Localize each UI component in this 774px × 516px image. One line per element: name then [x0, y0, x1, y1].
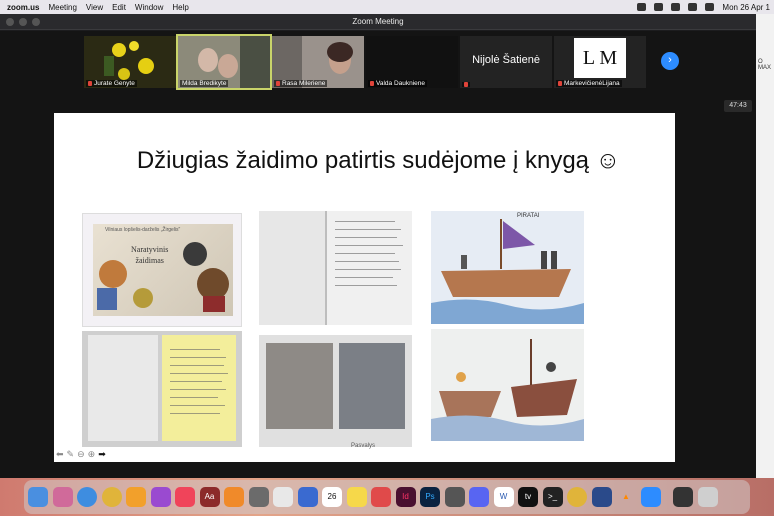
arrow-right-icon[interactable]: ➡	[98, 449, 106, 460]
pirate-ship-drawing-1: PIRATAI	[431, 211, 584, 324]
menu-window[interactable]: Window	[135, 3, 163, 12]
notes-icon[interactable]	[346, 487, 367, 507]
trash-icon[interactable]	[697, 487, 718, 507]
participant-tile[interactable]: Nijolė Šatienė	[460, 36, 552, 88]
photoshop-icon[interactable]: Ps	[420, 487, 440, 507]
close-window-button[interactable]	[6, 18, 14, 26]
book-text-pages-photo	[259, 211, 412, 325]
chrome-icon-2[interactable]	[567, 487, 587, 507]
menubar-tray: Mon 26 Apr 1	[637, 0, 774, 14]
wifi-icon[interactable]	[688, 3, 698, 11]
participant-tile[interactable]: Valda Daukniene	[366, 36, 458, 88]
arrow-left-icon[interactable]: ⬅	[56, 449, 64, 460]
participant-name-label: Valda Daukniene	[368, 80, 428, 87]
system-preferences-icon[interactable]	[248, 487, 269, 507]
participant-name-label	[462, 82, 470, 87]
muted-mic-icon	[558, 81, 562, 86]
handwritten-page	[162, 335, 236, 441]
participant-name-label: Milda Bredikyte	[180, 80, 229, 87]
macos-dock: Aa 26 Id Ps W tv >_ ▲	[24, 480, 750, 514]
slide-title: Džiugias žaidimo patirtis sudėjome į kny…	[136, 147, 621, 174]
vlc-icon[interactable]: ▲	[616, 487, 636, 507]
window-controls	[6, 18, 40, 26]
window-title: Zoom Meeting	[352, 17, 404, 26]
muted-mic-icon	[88, 81, 92, 86]
dictionary-icon[interactable]: Aa	[199, 487, 220, 507]
music-icon[interactable]	[175, 487, 195, 507]
menu-meeting[interactable]: Meeting	[48, 3, 76, 12]
apple-tv-icon[interactable]: tv	[518, 487, 538, 507]
pirate-ship-drawing-2	[431, 329, 584, 441]
discord-icon[interactable]	[469, 487, 489, 507]
cover-title: Naratyvinis žaidimas	[131, 245, 169, 265]
background-window-text: O MAX	[758, 59, 772, 71]
muted-mic-icon	[464, 82, 468, 87]
zoom-icon[interactable]	[640, 487, 661, 507]
participant-initials: L M	[574, 38, 626, 78]
photos-icon[interactable]	[273, 487, 293, 507]
indesign-icon[interactable]: Id	[395, 487, 416, 507]
terminal-icon[interactable]: >_	[542, 487, 563, 507]
zoom-tray-icon[interactable]	[637, 3, 647, 11]
classroom-photo-1	[266, 343, 333, 429]
ship-drawing	[431, 339, 584, 441]
participant-name-label: Rasa Mileriene	[274, 80, 328, 87]
participant-tile[interactable]: L M MarkevičienėLijana	[554, 36, 646, 88]
chrome-icon[interactable]	[101, 487, 122, 507]
book-pages-photo	[82, 331, 242, 447]
tray-icon-2[interactable]	[654, 3, 664, 11]
meeting-timer: 47:43	[724, 100, 752, 112]
photo-caption: Pasvalys	[351, 443, 376, 449]
muted-mic-icon	[370, 81, 374, 86]
menu-edit[interactable]: Edit	[112, 3, 126, 12]
minimize-window-button[interactable]	[19, 18, 27, 26]
cover-small-text: Vilniaus lopšelis-darželis „Žirgelis"	[105, 227, 181, 233]
books-icon[interactable]	[224, 487, 244, 507]
zoom-window-button[interactable]	[32, 18, 40, 26]
background-window: O MAX	[756, 14, 774, 478]
menu-help[interactable]: Help	[172, 3, 188, 12]
blank-page	[259, 211, 325, 325]
classroom-photo-2	[339, 343, 405, 429]
shared-screen-slide: Džiugias žaidimo patirtis sudėjome į kny…	[54, 113, 675, 462]
word-icon[interactable]: W	[493, 487, 514, 507]
muted-mic-icon	[276, 81, 280, 86]
next-page-button[interactable]: ›	[661, 52, 679, 70]
participant-tile[interactable]: Jurate Genyte	[84, 36, 176, 88]
ship-drawing	[431, 219, 584, 324]
calendar-icon[interactable]: 26	[322, 487, 342, 507]
tray-icon-3[interactable]	[671, 3, 681, 11]
participant-strip: Jurate Genyte Milda Bredikyte Rasa Miler…	[84, 34, 646, 90]
recent-app-icon[interactable]	[673, 487, 693, 507]
zoom-in-icon[interactable]: ⊕	[88, 449, 96, 460]
book-cover-photo: Vilniaus lopšelis-darželis „Žirgelis" Na…	[82, 213, 242, 327]
finder-icon[interactable]	[28, 487, 48, 507]
podcasts-icon[interactable]	[150, 487, 171, 507]
pixelmator-icon[interactable]	[297, 487, 318, 507]
safari-icon[interactable]	[77, 487, 97, 507]
zoom-out-icon[interactable]: ⊖	[77, 449, 85, 460]
participant-name-label: Jurate Genyte	[86, 80, 137, 87]
participant-tile[interactable]: Rasa Mileriene	[272, 36, 364, 88]
pen-icon[interactable]: ✎	[67, 449, 75, 460]
blank-page	[88, 335, 158, 441]
app-icon[interactable]	[591, 487, 612, 507]
participant-tile-active-speaker[interactable]: Milda Bredikyte	[176, 34, 272, 90]
battery-icon[interactable]	[705, 3, 715, 11]
menubar-clock[interactable]: Mon 26 Apr 1	[722, 3, 770, 12]
menu-view[interactable]: View	[86, 3, 103, 12]
screen-recorder-icon[interactable]	[371, 487, 391, 507]
classroom-photos	[259, 335, 412, 447]
window-titlebar: Zoom Meeting	[0, 14, 756, 30]
handwritten-page	[327, 211, 412, 325]
app-menu[interactable]: zoom.us	[7, 3, 39, 12]
launchpad-icon[interactable]	[52, 487, 73, 507]
annotation-toolbar: ⬅ ✎ ⊖ ⊕ ➡	[56, 449, 106, 460]
drawing-text: PIRATAI	[517, 213, 540, 219]
participant-name-label: MarkevičienėLijana	[556, 80, 622, 87]
chess-icon[interactable]	[444, 487, 465, 507]
pages-icon[interactable]	[126, 487, 146, 507]
participant-display-name: Nijolė Šatienė	[472, 54, 540, 66]
macos-menubar: zoom.us Meeting View Edit Window Help Mo…	[0, 0, 774, 14]
